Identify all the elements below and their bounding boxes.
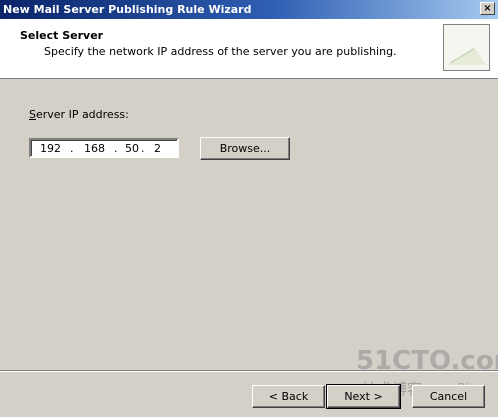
next-button[interactable]: Next > (326, 384, 401, 409)
ip-dot-3: . (141, 142, 145, 155)
ip-dot-2: . (114, 142, 118, 155)
back-button[interactable]: < Back (252, 385, 325, 408)
close-icon: × (483, 3, 492, 14)
ip-octet-3[interactable]: 50 (125, 142, 139, 155)
server-ip-label-text: erver IP address: (35, 108, 129, 121)
server-ip-label: Server IP address: (29, 108, 129, 121)
title-bar: New Mail Server Publishing Rule Wizard × (0, 0, 498, 19)
ip-octet-2[interactable]: 168 (84, 142, 105, 155)
ip-dot-1: . (70, 142, 74, 155)
browse-button[interactable]: Browse... (200, 137, 290, 160)
ip-octet-4[interactable]: 2 (154, 142, 161, 155)
page-title: Select Server (20, 29, 104, 42)
footer-separator (0, 370, 498, 372)
wizard-header: Select Server Specify the network IP add… (0, 19, 498, 79)
wizard-banner-icon (443, 24, 490, 71)
page-subtitle: Specify the network IP address of the se… (44, 45, 397, 58)
close-button[interactable]: × (480, 2, 495, 15)
cancel-button[interactable]: Cancel (412, 385, 485, 408)
server-ip-input[interactable]: 192 . 168 . 50 . 2 (29, 138, 179, 158)
window-title: New Mail Server Publishing Rule Wizard (3, 3, 252, 16)
ip-octet-1[interactable]: 192 (40, 142, 61, 155)
